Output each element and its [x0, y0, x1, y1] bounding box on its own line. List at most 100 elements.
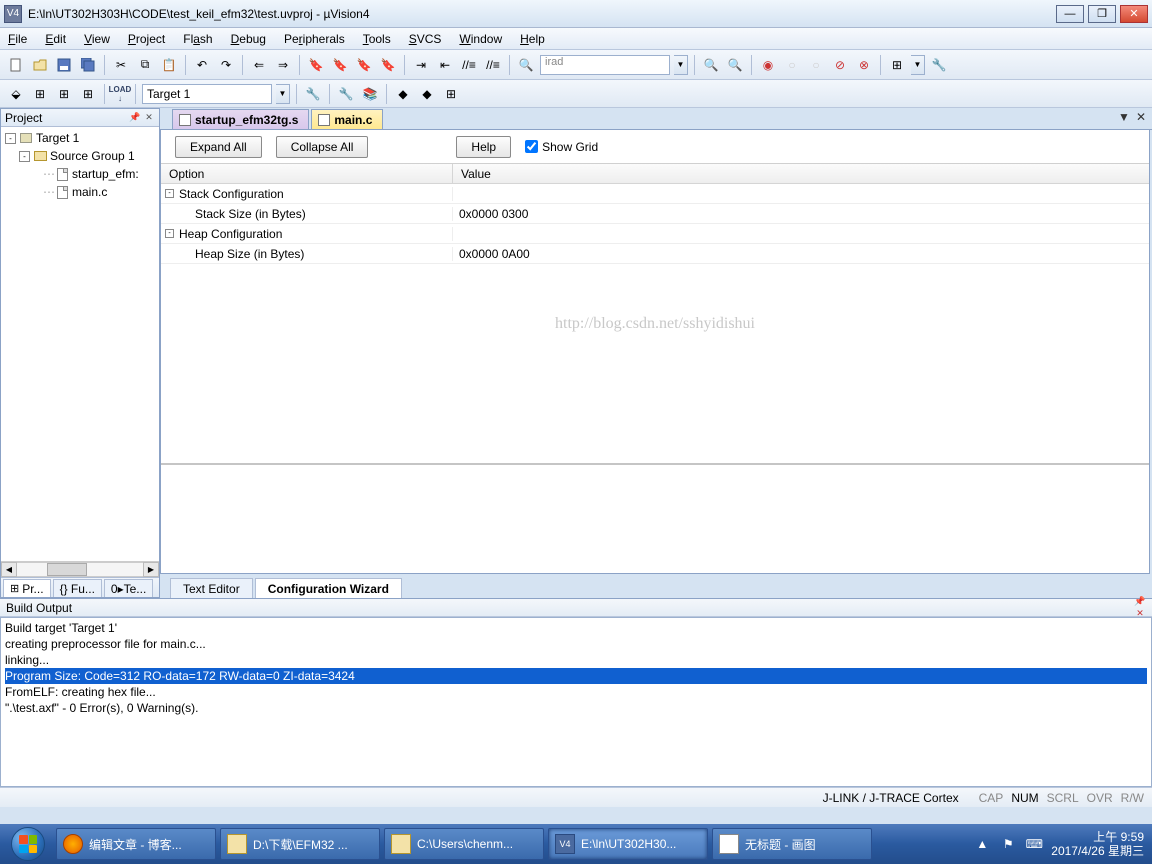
maximize-button[interactable]: ❐	[1088, 5, 1116, 23]
menu-view[interactable]: View	[84, 32, 110, 46]
bookmark-clear-icon[interactable]: 🔖	[378, 55, 398, 75]
comment-icon[interactable]: //≡	[459, 55, 479, 75]
batch-build-icon[interactable]: ⊞	[78, 84, 98, 104]
cut-icon[interactable]: ✂	[111, 55, 131, 75]
tray-flag-icon[interactable]: ⚑	[999, 835, 1017, 853]
open-file-icon[interactable]	[30, 55, 50, 75]
breakpoint-insert-icon[interactable]: ○	[782, 55, 802, 75]
collapse-icon[interactable]: -	[165, 189, 174, 198]
menu-window[interactable]: Window	[459, 32, 502, 46]
project-tab-templates[interactable]: 0▸Te...	[104, 579, 153, 597]
incremental-find-icon[interactable]: 🔍	[725, 55, 745, 75]
new-file-icon[interactable]	[6, 55, 26, 75]
paste-icon[interactable]: 📋	[159, 55, 179, 75]
minimize-button[interactable]: —	[1056, 5, 1084, 23]
pack-installer-icon[interactable]: ⊞	[441, 84, 461, 104]
collapse-icon[interactable]: -	[165, 229, 174, 238]
file-ext-icon[interactable]: 🔧	[336, 84, 356, 104]
menu-debug[interactable]: Debug	[231, 32, 266, 46]
manage-components-icon[interactable]: ◆	[393, 84, 413, 104]
nav-fwd-icon[interactable]: ⇒	[273, 55, 293, 75]
bookmark-next-icon[interactable]: 🔖	[354, 55, 374, 75]
target-dropdown-icon[interactable]: ▼	[276, 84, 290, 104]
uncomment-icon[interactable]: //≡	[483, 55, 503, 75]
target-options-icon[interactable]: 🔧	[303, 84, 323, 104]
menu-project[interactable]: Project	[128, 32, 165, 46]
configure-icon[interactable]: 🔧	[929, 55, 949, 75]
build-line[interactable]: ".\test.axf" - 0 Error(s), 0 Warning(s).	[5, 700, 1147, 716]
config-row[interactable]: Heap Size (in Bytes) 0x0000 0A00	[161, 244, 1149, 264]
tab-close-icon[interactable]: ✕	[1136, 110, 1146, 124]
tree-root[interactable]: - Target 1	[1, 129, 159, 147]
save-icon[interactable]	[54, 55, 74, 75]
tree-toggle-icon[interactable]: -	[5, 133, 16, 144]
save-all-icon[interactable]	[78, 55, 98, 75]
project-tree[interactable]: - Target 1 - Source Group 1 ⋯ startup_ef…	[1, 127, 159, 561]
tree-file[interactable]: ⋯ main.c	[1, 183, 159, 201]
show-grid-checkbox[interactable]: Show Grid	[525, 140, 598, 154]
build-line[interactable]: Program Size: Code=312 RO-data=172 RW-da…	[5, 668, 1147, 684]
find-in-files-icon[interactable]: 🔍	[701, 55, 721, 75]
build-line[interactable]: creating preprocessor file for main.c...	[5, 636, 1147, 652]
taskbar-item[interactable]: D:\下载\EFM32 ...	[220, 828, 380, 860]
undo-icon[interactable]: ↶	[192, 55, 212, 75]
tree-group[interactable]: - Source Group 1	[1, 147, 159, 165]
tab-dropdown-icon[interactable]: ▼	[1118, 110, 1130, 124]
window-dropdown-icon[interactable]: ▼	[911, 55, 925, 75]
config-row[interactable]: -Stack Configuration	[161, 184, 1149, 204]
nav-back-icon[interactable]: ⇐	[249, 55, 269, 75]
manage-books-icon[interactable]: 📚	[360, 84, 380, 104]
outdent-icon[interactable]: ⇤	[435, 55, 455, 75]
close-button[interactable]: ✕	[1120, 5, 1148, 23]
breakpoint-enable-icon[interactable]: ○	[806, 55, 826, 75]
build-line[interactable]: linking...	[5, 652, 1147, 668]
build-line[interactable]: FromELF: creating hex file...	[5, 684, 1147, 700]
breakpoint-disable-icon[interactable]: ⊘	[830, 55, 850, 75]
debug-icon[interactable]: ◉	[758, 55, 778, 75]
scroll-left-icon[interactable]: ◀	[1, 562, 17, 577]
find-icon[interactable]: 🔍	[516, 55, 536, 75]
project-hscroll[interactable]: ◀ ▶	[1, 561, 159, 577]
menu-svcs[interactable]: SVCS	[409, 32, 442, 46]
tree-toggle-icon[interactable]: -	[19, 151, 30, 162]
file-tab-main[interactable]: main.c	[311, 109, 383, 129]
project-tab-functions[interactable]: {} Fu...	[53, 579, 102, 597]
find-input[interactable]: irad	[540, 55, 670, 75]
download-icon[interactable]: LOAD↓	[111, 84, 129, 104]
help-button[interactable]: Help	[456, 136, 511, 158]
tab-text-editor[interactable]: Text Editor	[170, 578, 253, 598]
config-row[interactable]: Stack Size (in Bytes) 0x0000 0300	[161, 204, 1149, 224]
menu-peripherals[interactable]: Peripherals	[284, 32, 345, 46]
scroll-right-icon[interactable]: ▶	[143, 562, 159, 577]
taskbar-item[interactable]: 编辑文章 - 博客...	[56, 828, 216, 860]
tree-file[interactable]: ⋯ startup_efm:	[1, 165, 159, 183]
bookmark-prev-icon[interactable]: 🔖	[330, 55, 350, 75]
scroll-thumb[interactable]	[47, 563, 87, 576]
panel-close-icon[interactable]: ✕	[143, 112, 155, 124]
expand-all-button[interactable]: Expand All	[175, 136, 262, 158]
system-tray[interactable]: ▲ ⚑ ⌨ 上午 9:59 2017/4/26 星期三	[973, 830, 1152, 858]
config-row[interactable]: -Heap Configuration	[161, 224, 1149, 244]
menu-flash[interactable]: Flash	[183, 32, 212, 46]
build-line[interactable]: Build target 'Target 1'	[5, 620, 1147, 636]
rebuild-icon[interactable]: ⊞	[54, 84, 74, 104]
copy-icon[interactable]: ⧉	[135, 55, 155, 75]
find-dropdown-icon[interactable]: ▼	[674, 55, 688, 75]
build-icon[interactable]: ⊞	[30, 84, 50, 104]
collapse-all-button[interactable]: Collapse All	[276, 136, 369, 158]
menu-file[interactable]: File	[8, 32, 27, 46]
breakpoint-kill-icon[interactable]: ⊗	[854, 55, 874, 75]
taskbar-item[interactable]: C:\Users\chenm...	[384, 828, 544, 860]
tray-ime-icon[interactable]: ⌨	[1025, 835, 1043, 853]
panel-pin-icon[interactable]: 📌	[129, 112, 141, 124]
menu-tools[interactable]: Tools	[363, 32, 391, 46]
indent-icon[interactable]: ⇥	[411, 55, 431, 75]
tab-config-wizard[interactable]: Configuration Wizard	[255, 578, 402, 598]
start-button[interactable]	[0, 824, 56, 864]
taskbar-item[interactable]: V4E:\ln\UT302H30...	[548, 828, 708, 860]
bookmark-icon[interactable]: 🔖	[306, 55, 326, 75]
select-packs-icon[interactable]: ◆	[417, 84, 437, 104]
menu-edit[interactable]: Edit	[45, 32, 66, 46]
target-select[interactable]: Target 1	[142, 84, 272, 104]
build-output-text[interactable]: Build target 'Target 1'creating preproce…	[0, 617, 1152, 787]
